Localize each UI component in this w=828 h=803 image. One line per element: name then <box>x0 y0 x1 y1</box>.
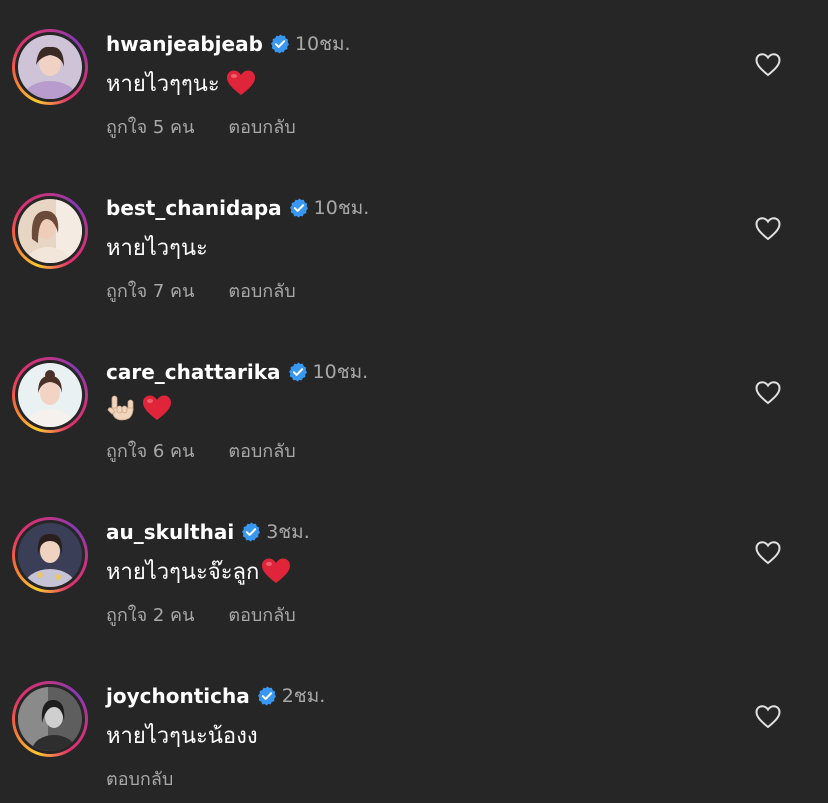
verified-badge-icon <box>269 33 291 55</box>
avatar[interactable] <box>12 193 88 269</box>
comment-username[interactable]: au_skulthai <box>106 520 234 544</box>
avatar[interactable] <box>12 517 88 593</box>
comment-text: หายไวๆๆนะ <box>106 71 220 97</box>
comment-time: 10ชม. <box>313 197 370 219</box>
love-you-gesture-emoji <box>106 392 138 424</box>
reply-button[interactable]: ตอบกลับ <box>228 276 295 305</box>
heart-outline-icon[interactable] <box>754 539 782 567</box>
heart-outline-icon[interactable] <box>754 215 782 243</box>
red-heart-emoji <box>261 557 291 585</box>
verified-badge-icon <box>287 361 309 383</box>
reply-button[interactable]: ตอบกลับ <box>228 112 295 141</box>
comment-text: หายไวๆนะจ๊ะลูก <box>106 559 260 585</box>
avatar[interactable] <box>12 357 88 433</box>
avatar[interactable] <box>12 681 88 757</box>
like-count[interactable]: ถูกใจ 7 คน <box>106 276 194 305</box>
verified-badge-icon <box>288 197 310 219</box>
reply-button[interactable]: ตอบกลับ <box>228 436 295 465</box>
avatar-image <box>18 35 82 99</box>
comment-time: 2ชม. <box>281 685 326 707</box>
avatar-image <box>18 687 82 751</box>
avatar-image <box>18 199 82 263</box>
red-heart-emoji <box>226 69 256 97</box>
comment-username[interactable]: hwanjeabjeab <box>106 32 263 56</box>
heart-outline-icon[interactable] <box>754 51 782 79</box>
avatar-image <box>18 363 82 427</box>
verified-badge-icon <box>256 685 278 707</box>
comment-time: 10ชม. <box>294 33 351 55</box>
comment-username[interactable]: best_chanidapa <box>106 196 282 220</box>
comment-username[interactable]: joychonticha <box>106 684 250 708</box>
comment-username[interactable]: care_chattarika <box>106 360 281 384</box>
comment-time: 3ชม. <box>266 521 310 543</box>
verified-badge-icon <box>240 521 262 543</box>
comment-time: 10ชม. <box>312 361 369 383</box>
comment-text: หายไวๆนะน้องง <box>106 723 258 749</box>
like-count[interactable]: ถูกใจ 2 คน <box>106 600 194 629</box>
like-count[interactable]: ถูกใจ 5 คน <box>106 112 194 141</box>
like-count[interactable]: ถูกใจ 6 คน <box>106 436 194 465</box>
red-heart-emoji <box>142 394 172 422</box>
avatar[interactable] <box>12 29 88 105</box>
avatar-image <box>18 523 82 587</box>
reply-button[interactable]: ตอบกลับ <box>106 764 173 793</box>
heart-outline-icon[interactable] <box>754 379 782 407</box>
comment-text: หายไวๆนะ <box>106 235 208 261</box>
heart-outline-icon[interactable] <box>754 703 782 731</box>
reply-button[interactable]: ตอบกลับ <box>228 600 295 629</box>
